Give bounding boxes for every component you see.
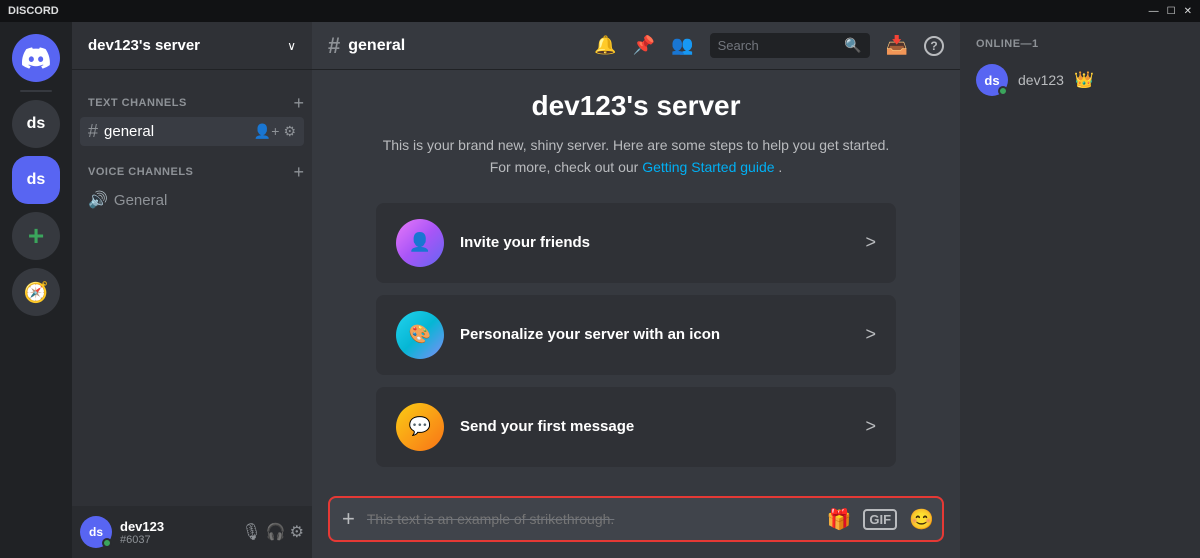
invite-icon[interactable]: 👤+ <box>254 123 280 140</box>
message-card[interactable]: 💬 Send your first message > <box>376 387 896 467</box>
server-icon-ds2[interactable]: ds <box>12 156 60 204</box>
invite-label: Invite your friends <box>460 234 849 251</box>
invite-chevron-icon: > <box>865 232 876 253</box>
personalize-card[interactable]: 🎨 Personalize your server with an icon > <box>376 295 896 375</box>
emoji-icon[interactable]: 😊 <box>909 507 934 532</box>
personalize-icon: 🎨 <box>396 311 444 359</box>
add-server-button[interactable]: + <box>12 212 60 260</box>
message-input-wrapper: + 🎁 GIF 😊 <box>328 496 944 542</box>
message-icon: 💬 <box>396 403 444 451</box>
close-button[interactable]: ✕ <box>1184 6 1192 17</box>
server-header[interactable]: dev123's server ∨ <box>72 22 312 70</box>
channel-header-name: general <box>348 37 405 55</box>
user-status-dot <box>102 538 112 548</box>
chat-area: dev123's server This is your brand new, … <box>312 70 960 496</box>
channel-name-general: general <box>104 123 248 140</box>
invite-icon: 👤 <box>396 219 444 267</box>
app-title: DISCORD <box>8 5 59 17</box>
online-header: ONLINE—1 <box>968 38 1192 50</box>
user-settings-icon[interactable]: ⚙ <box>290 522 304 542</box>
channel-item-general-voice[interactable]: 🔊 General <box>80 186 304 214</box>
message-chevron-icon: > <box>865 416 876 437</box>
personalize-chevron-icon: > <box>865 324 876 345</box>
server-description: This is your brand new, shiny server. He… <box>376 134 896 179</box>
input-actions: 🎁 GIF 😊 <box>827 507 934 532</box>
member-item[interactable]: ds dev123 👑 <box>968 58 1192 102</box>
hash-icon: # <box>88 121 98 142</box>
right-sidebar: ONLINE—1 ds dev123 👑 <box>960 22 1200 558</box>
window-controls: — ☐ ✕ <box>1149 6 1192 17</box>
search-box[interactable]: 🔍 <box>710 33 870 58</box>
pin-icon[interactable]: 📌 <box>633 35 655 56</box>
headphone-icon[interactable]: 🎧 <box>266 522 286 542</box>
add-attachment-button[interactable]: + <box>338 498 359 540</box>
channel-item-icons: 👤+ ⚙ <box>254 123 296 140</box>
member-name: dev123 <box>1018 72 1064 88</box>
message-label: Send your first message <box>460 418 849 435</box>
server-chevron-icon: ∨ <box>287 39 296 53</box>
invite-card[interactable]: 👤 Invite your friends > <box>376 203 896 283</box>
bell-icon[interactable]: 🔔 <box>594 35 616 56</box>
minimize-button[interactable]: — <box>1149 6 1159 17</box>
channel-sidebar: dev123's server ∨ TEXT CHANNELS + # gene… <box>72 22 312 558</box>
maximize-button[interactable]: ☐ <box>1167 6 1176 17</box>
voice-icon: 🔊 <box>88 190 108 210</box>
text-channels-category: TEXT CHANNELS + <box>72 78 312 116</box>
voice-channel-name: General <box>114 192 296 209</box>
add-text-channel-button[interactable]: + <box>293 94 304 112</box>
gif-button[interactable]: GIF <box>863 509 897 530</box>
user-info: dev123 #6037 <box>120 519 233 546</box>
channel-header: # general 🔔 📌 👥 🔍 📥 ? <box>312 22 960 70</box>
explore-button[interactable]: 🧭 <box>12 268 60 316</box>
member-badge: 👑 <box>1074 70 1094 90</box>
channel-header-hash-icon: # <box>328 33 340 59</box>
server-list: ds ds + 🧭 <box>0 22 72 558</box>
voice-channels-label: VOICE CHANNELS <box>88 166 193 178</box>
message-input-area: + 🎁 GIF 😊 <box>312 496 960 558</box>
add-voice-channel-button[interactable]: + <box>293 163 304 181</box>
member-avatar: ds <box>976 64 1008 96</box>
message-input[interactable] <box>367 499 819 539</box>
header-icons: 🔔 📌 👥 🔍 📥 ? <box>594 33 944 58</box>
user-avatar: ds <box>80 516 112 548</box>
user-discriminator: #6037 <box>120 534 233 546</box>
help-icon[interactable]: ? <box>924 36 944 56</box>
user-name: dev123 <box>120 519 233 534</box>
text-channels-label: TEXT CHANNELS <box>88 97 187 109</box>
search-input[interactable] <box>718 38 839 53</box>
personalize-label: Personalize your server with an icon <box>460 326 849 343</box>
app-container: ds ds + 🧭 dev123's server ∨ TEXT CHANNEL… <box>0 22 1200 558</box>
member-status-dot <box>998 86 1008 96</box>
voice-channels-category: VOICE CHANNELS + <box>72 147 312 185</box>
gift-icon[interactable]: 🎁 <box>827 507 852 532</box>
settings-icon[interactable]: ⚙ <box>283 123 296 140</box>
discord-home-button[interactable] <box>12 34 60 82</box>
server-title: dev123's server <box>376 90 896 122</box>
channel-list: TEXT CHANNELS + # general 👤+ ⚙ VOICE CHA… <box>72 70 312 506</box>
inbox-icon[interactable]: 📥 <box>886 35 908 56</box>
server-name: dev123's server <box>88 37 200 54</box>
members-icon[interactable]: 👥 <box>671 35 693 56</box>
server-icon-ds1[interactable]: ds <box>12 100 60 148</box>
user-controls: 🎙 🎧 ⚙ <box>241 522 304 542</box>
main-content: # general 🔔 📌 👥 🔍 📥 ? dev123's server T <box>312 22 960 558</box>
titlebar: DISCORD — ☐ ✕ <box>0 0 1200 22</box>
action-cards: 👤 Invite your friends > 🎨 Personalize yo… <box>376 203 896 467</box>
server-divider <box>20 90 52 92</box>
user-panel: ds dev123 #6037 🎙 🎧 ⚙ <box>72 506 312 558</box>
search-icon: 🔍 <box>844 37 861 54</box>
getting-started-link[interactable]: Getting Started guide <box>642 159 774 175</box>
welcome-section: dev123's server This is your brand new, … <box>376 90 896 467</box>
channel-item-general[interactable]: # general 👤+ ⚙ <box>80 117 304 146</box>
microphone-icon[interactable]: 🎙 <box>241 522 261 542</box>
